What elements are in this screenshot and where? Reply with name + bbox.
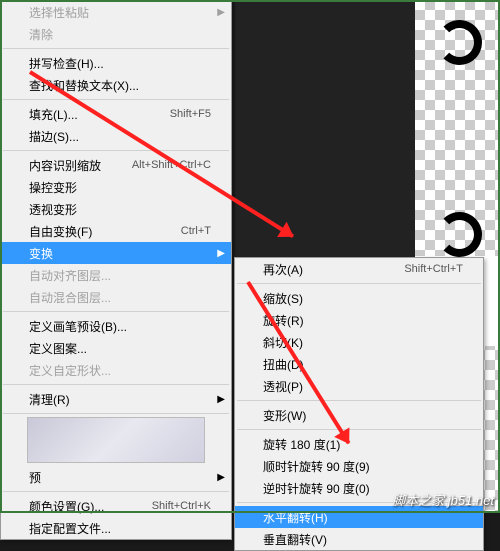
canvas-shape xyxy=(437,212,482,257)
edit-context-menu[interactable]: 选择性粘贴▶清除拼写检查(H)...查找和替换文本(X)...填充(L)...S… xyxy=(0,0,232,540)
menu-item-label: 变形(W) xyxy=(263,407,463,424)
sub_menu-item[interactable]: 顺时针旋转 90 度(9) xyxy=(235,455,483,477)
menu-item-label: 拼写检查(H)... xyxy=(29,55,211,72)
sub_menu-item[interactable]: 水平翻转(H) xyxy=(235,506,483,528)
main_menu-item[interactable]: 颜色设置(G)...Shift+Ctrl+K xyxy=(1,495,231,517)
menu-item-label: 透视变形 xyxy=(29,201,211,218)
sub_menu-item[interactable]: 再次(A)Shift+Ctrl+T xyxy=(235,258,483,280)
menu-separator xyxy=(3,413,229,414)
menu-separator xyxy=(3,150,229,151)
preset-preview[interactable] xyxy=(27,417,205,463)
menu-item-label: 自动混合图层... xyxy=(29,289,211,306)
main_menu-item: 选择性粘贴 ▶ xyxy=(1,1,231,23)
menu-item-label: 定义自定形状... xyxy=(29,362,211,379)
main_menu-item[interactable]: 填充(L)...Shift+F5 xyxy=(1,103,231,125)
menu-separator xyxy=(237,283,481,284)
submenu-arrow-icon: ▶ xyxy=(217,7,225,18)
menu-item-label: 旋转(R) xyxy=(263,312,463,329)
submenu-arrow-icon: ▶ xyxy=(217,248,225,259)
menu-item-label: 自由变换(F) xyxy=(29,223,181,240)
menu-separator xyxy=(3,48,229,49)
main_menu-item[interactable]: 定义图案... xyxy=(1,337,231,359)
menu-item-label: 旋转 180 度(1) xyxy=(263,436,463,453)
watermark-text: 脚本之家 jb51.net xyxy=(392,490,494,509)
menu-item-label: 指定配置文件... xyxy=(29,520,211,537)
menu-item-label: 水平翻转(H) xyxy=(263,509,463,526)
menu-item-label: 垂直翻转(V) xyxy=(263,531,463,548)
menu-item-label: 再次(A) xyxy=(263,261,404,278)
menu-item-label: 清理(R) xyxy=(29,391,211,408)
menu-item-label: 清除 xyxy=(29,26,211,43)
menu-separator xyxy=(3,311,229,312)
main_menu-item: 自动混合图层... xyxy=(1,286,231,308)
menu-separator xyxy=(237,429,481,430)
sub_menu-item[interactable]: 垂直翻转(V) xyxy=(235,528,483,550)
main_menu-item[interactable]: 操控变形 xyxy=(1,176,231,198)
sub_menu-item[interactable]: 扭曲(D) xyxy=(235,353,483,375)
menu-separator xyxy=(3,384,229,385)
sub_menu-item[interactable]: 透视(P) xyxy=(235,375,483,397)
submenu-arrow-icon: ▶ xyxy=(217,472,225,483)
sub_menu-item[interactable]: 斜切(K) xyxy=(235,331,483,353)
menu-item-label: 预 xyxy=(29,469,211,486)
main_menu-item[interactable]: 拼写检查(H)... xyxy=(1,52,231,74)
menu-item-shortcut: Shift+Ctrl+T xyxy=(404,263,463,275)
submenu-arrow-icon: ▶ xyxy=(217,394,225,405)
menu-item-label: 变换 xyxy=(29,245,211,262)
menu-item-shortcut: Shift+Ctrl+K xyxy=(152,500,211,512)
menu-item-shortcut: Shift+F5 xyxy=(170,108,211,120)
main_menu-item: 自动对齐图层... xyxy=(1,264,231,286)
menu-item-label: 斜切(K) xyxy=(263,334,463,351)
menu-item-label: 透视(P) xyxy=(263,378,463,395)
main_menu-item[interactable]: 指定配置文件... xyxy=(1,517,231,539)
sub_menu-item[interactable]: 变形(W) xyxy=(235,404,483,426)
menu-item-label: 选择性粘贴 xyxy=(29,4,211,21)
menu-separator xyxy=(3,491,229,492)
menu-item-shortcut: Ctrl+T xyxy=(181,225,211,237)
menu-item-label: 定义图案... xyxy=(29,340,211,357)
main_menu-item: 清除 xyxy=(1,23,231,45)
canvas-shape xyxy=(437,20,482,65)
main_menu-item[interactable]: 定义画笔预设(B)... xyxy=(1,315,231,337)
menu-item-label: 顺时针旋转 90 度(9) xyxy=(263,458,463,475)
main_menu-item[interactable]: 预▶ xyxy=(1,466,231,488)
sub_menu-item[interactable]: 缩放(S) xyxy=(235,287,483,309)
menu-item-label: 内容识别缩放 xyxy=(29,157,132,174)
menu-item-label: 缩放(S) xyxy=(263,290,463,307)
main_menu-item[interactable]: 清理(R) ▶ xyxy=(1,388,231,410)
menu-item-label: 自动对齐图层... xyxy=(29,267,211,284)
main_menu-item[interactable]: 透视变形 xyxy=(1,198,231,220)
main_menu-item: 定义自定形状... xyxy=(1,359,231,381)
menu-item-label: 操控变形 xyxy=(29,179,211,196)
main_menu-item[interactable]: 自由变换(F)Ctrl+T xyxy=(1,220,231,242)
main_menu-item[interactable]: 变换 ▶ xyxy=(1,242,231,264)
menu-separator xyxy=(237,400,481,401)
menu-item-label: 定义画笔预设(B)... xyxy=(29,318,211,335)
menu-item-label: 颜色设置(G)... xyxy=(29,498,152,515)
menu-separator xyxy=(3,99,229,100)
